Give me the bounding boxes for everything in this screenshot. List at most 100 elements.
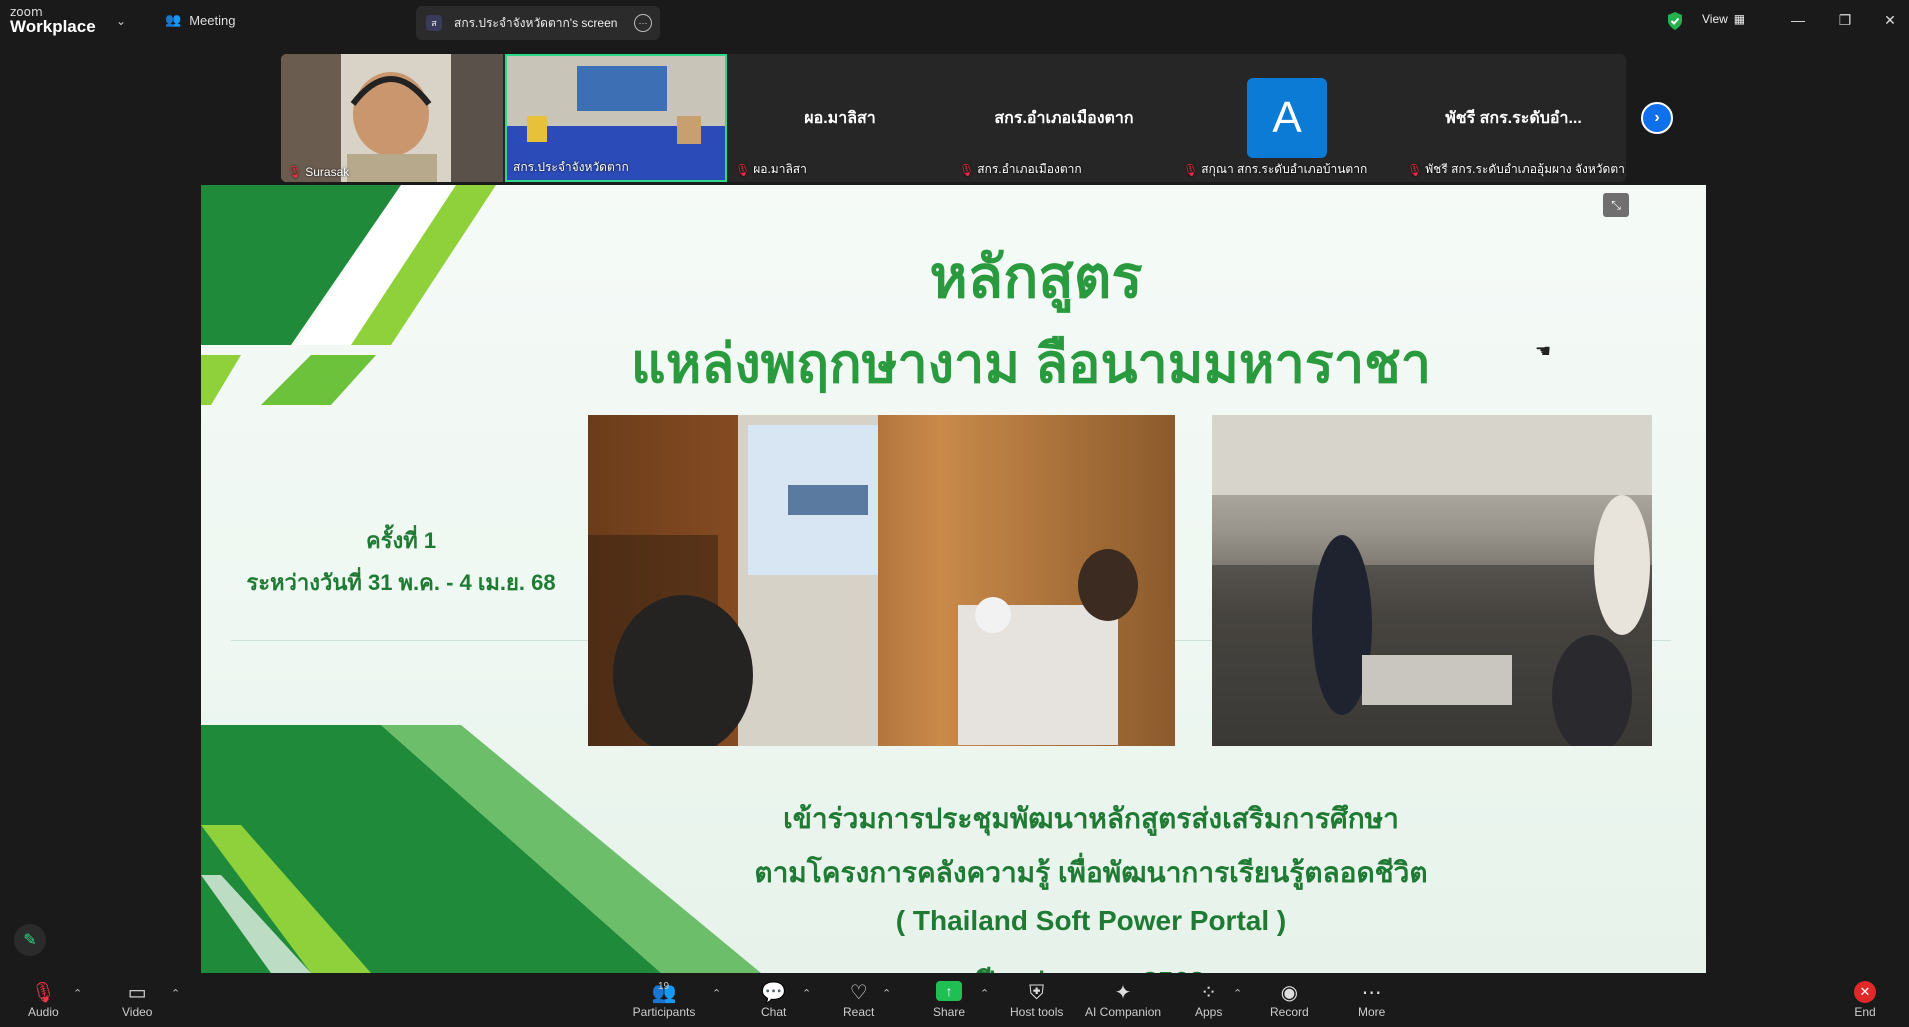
participant-name: 🎙 พัชรี สกร.ระดับอำเภออุ้มผาง จังหวัดตาก xyxy=(1407,162,1626,177)
participant-big-name: พัชรี สกร.ระดับอำ... xyxy=(1445,110,1582,127)
minimize-icon[interactable]: — xyxy=(1783,8,1813,32)
video-camera-icon: ▭ xyxy=(127,982,147,1004)
view-button[interactable]: View ▦ xyxy=(1702,12,1745,26)
hand-cursor-icon: ☚ xyxy=(1535,341,1552,361)
zoom-logo[interactable]: zoom Workplace xyxy=(10,6,96,35)
chat-options-caret-icon[interactable]: ⌃ xyxy=(802,987,811,1000)
participant-tile[interactable]: A 🎙 สกุณา สกร.ระดับอำเภอบ้านตาก xyxy=(1177,54,1399,182)
participant-tile[interactable]: 🎙 Surasak xyxy=(281,54,503,182)
view-label: View xyxy=(1702,12,1728,26)
slide-text-line-3: ( Thailand Soft Power Portal ) xyxy=(895,905,1287,936)
participants-count: 19 xyxy=(658,981,670,992)
logo-big-text: Workplace xyxy=(10,17,96,36)
shared-screen-slide: หลักสูตร แหล่งพฤกษางาม ลือนามมหาราชา ครั… xyxy=(201,185,1706,973)
participant-big-name: สกร.อำเภอเมืองตาก xyxy=(994,110,1134,127)
grid-icon: ▦ xyxy=(1733,12,1746,26)
participant-big-name: ผอ.มาลิสา xyxy=(804,110,876,127)
audio-label: Audio xyxy=(28,1005,59,1019)
slide-text-line-1: เข้าร่วมการประชุมพัฒนาหลักสูตรส่งเสริมกา… xyxy=(783,803,1399,834)
meeting-toolbar: 🎙 Audio ⌃ ▭ Video ⌃ 👥 19 Participants ⌃ … xyxy=(0,975,1909,1027)
restore-icon[interactable]: ❐ xyxy=(1830,8,1860,32)
share-button[interactable]: ↑ Share xyxy=(933,981,965,1019)
sparkle-icon: ✦ xyxy=(1114,982,1132,1004)
shared-screen-tab[interactable]: ส สกร.ประจำจังหวัดตาก's screen ··· xyxy=(416,6,660,40)
participant-video xyxy=(281,54,503,182)
mic-muted-icon: 🎙 xyxy=(30,982,57,1004)
apps-label: Apps xyxy=(1195,1005,1223,1019)
share-options-caret-icon[interactable]: ⌃ xyxy=(980,987,989,1000)
video-options-caret-icon[interactable]: ⌃ xyxy=(171,987,180,1000)
meeting-tab-label: Meeting xyxy=(189,12,236,28)
record-label: Record xyxy=(1270,1005,1309,1019)
slide-text-line-2: ตามโครงการคลังความรู้ เพื่อพัฒนาการเรียน… xyxy=(754,857,1428,888)
chat-label: Chat xyxy=(761,1005,787,1019)
avatar: A xyxy=(1247,78,1327,158)
participant-tile-active[interactable]: สกร.ประจำจังหวัดตาก xyxy=(505,54,727,182)
ai-companion-button[interactable]: ✦ AI Companion xyxy=(1085,981,1161,1019)
end-call-icon: ✕ xyxy=(1854,981,1876,1003)
host-tools-label: Host tools xyxy=(1010,1005,1064,1019)
people-icon: 👥 xyxy=(165,12,182,27)
meeting-photo-2 xyxy=(1212,415,1652,746)
next-page-button[interactable]: › xyxy=(1641,102,1673,134)
close-icon[interactable]: ✕ xyxy=(1875,8,1905,32)
heart-icon: ♡ xyxy=(849,982,868,1004)
meeting-tab[interactable]: 👥 Meeting xyxy=(165,12,235,28)
participant-tile[interactable]: ผอ.มาลิสา 🎙 ผอ.มาลิสา xyxy=(729,54,951,182)
more-dots-icon: ⋯ xyxy=(1361,982,1382,1004)
mic-muted-icon: 🎙 xyxy=(1407,162,1423,177)
participant-tile[interactable]: พัชรี สกร.ระดับอำ... 🎙 พัชรี สกร.ระดับอำ… xyxy=(1401,54,1626,182)
slide-title: หลักสูตร xyxy=(929,245,1143,310)
video-button[interactable]: ▭ Video xyxy=(122,981,152,1019)
participants-label: Participants xyxy=(632,1005,696,1019)
shield-icon: ⛨ xyxy=(1029,982,1045,1004)
ai-companion-label: AI Companion xyxy=(1085,1005,1162,1019)
record-icon: ◉ xyxy=(1280,982,1299,1004)
react-options-caret-icon[interactable]: ⌃ xyxy=(882,987,891,1000)
shared-screen-tab-label: สกร.ประจำจังหวัดตาก's screen xyxy=(454,15,618,30)
participant-name: สกร.ประจำจังหวัดตาก xyxy=(513,160,629,174)
participant-strip: 🎙 Surasak สกร.ประจำจังหวัดตาก ผอ.มาลิสา … xyxy=(281,54,1626,182)
participants-button[interactable]: 👥 19 Participants xyxy=(632,981,696,1019)
title-bar: zoom Workplace ⌄ 👥 Meeting ส สกร.ประจำจั… xyxy=(0,0,1909,44)
react-button[interactable]: ♡ React xyxy=(843,981,874,1019)
more-label: More xyxy=(1358,1005,1386,1019)
audio-button[interactable]: 🎙 Audio xyxy=(28,981,59,1019)
mic-muted-icon: 🎙 xyxy=(1183,162,1199,177)
end-button[interactable]: ✕ End xyxy=(1854,981,1876,1019)
slide-subtitle: แหล่งพฤกษางาม ลือนามมหาราชา xyxy=(630,334,1432,394)
chevron-down-icon[interactable]: ⌄ xyxy=(116,14,126,28)
more-options-icon[interactable]: ··· xyxy=(634,14,652,32)
shield-icon[interactable] xyxy=(1666,11,1684,31)
chat-button[interactable]: 💬 Chat xyxy=(761,981,786,1019)
annotate-pen-icon[interactable]: ✎ xyxy=(14,924,46,956)
apps-options-caret-icon[interactable]: ⌃ xyxy=(1233,987,1242,1000)
apps-icon: ⁘ xyxy=(1200,982,1218,1004)
participants-options-caret-icon[interactable]: ⌃ xyxy=(712,987,721,1000)
chat-icon: 💬 xyxy=(761,982,787,1004)
slide-dates: ระหว่างวันที่ 31 พ.ค. - 4 เม.ย. 68 xyxy=(246,570,556,595)
video-label: Video xyxy=(122,1005,153,1019)
end-label: End xyxy=(1854,1005,1876,1019)
slide-round: ครั้งที่ 1 xyxy=(365,528,437,553)
slide-text-line-4: ปีงบประมาณ 2568 xyxy=(691,960,1491,973)
react-label: React xyxy=(843,1005,875,1019)
participant-tile[interactable]: สกร.อำเภอเมืองตาก 🎙 สกร.อำเภอเมืองตาก xyxy=(953,54,1175,182)
record-button[interactable]: ◉ Record xyxy=(1270,981,1309,1019)
participant-name: 🎙 สกุณา สกร.ระดับอำเภอบ้านตาก xyxy=(1183,162,1368,177)
mic-muted-icon: 🎙 xyxy=(287,165,303,179)
apps-button[interactable]: ⁘ Apps xyxy=(1195,981,1222,1019)
share-label: Share xyxy=(933,1005,966,1019)
more-button[interactable]: ⋯ More xyxy=(1358,981,1385,1019)
mic-muted-icon: 🎙 xyxy=(735,162,751,177)
exit-fullscreen-icon[interactable]: ⤡ xyxy=(1603,193,1629,217)
meeting-photo-1 xyxy=(588,415,1175,746)
participant-name: 🎙 Surasak xyxy=(287,165,350,179)
mic-muted-icon: 🎙 xyxy=(959,162,975,177)
tab-avatar: ส xyxy=(426,15,442,31)
audio-options-caret-icon[interactable]: ⌃ xyxy=(73,987,82,1000)
host-tools-button[interactable]: ⛨ Host tools xyxy=(1010,981,1063,1019)
participant-name: 🎙 ผอ.มาลิสา xyxy=(735,162,807,177)
share-screen-icon: ↑ xyxy=(936,981,963,1001)
participant-name: 🎙 สกร.อำเภอเมืองตาก xyxy=(959,162,1082,177)
